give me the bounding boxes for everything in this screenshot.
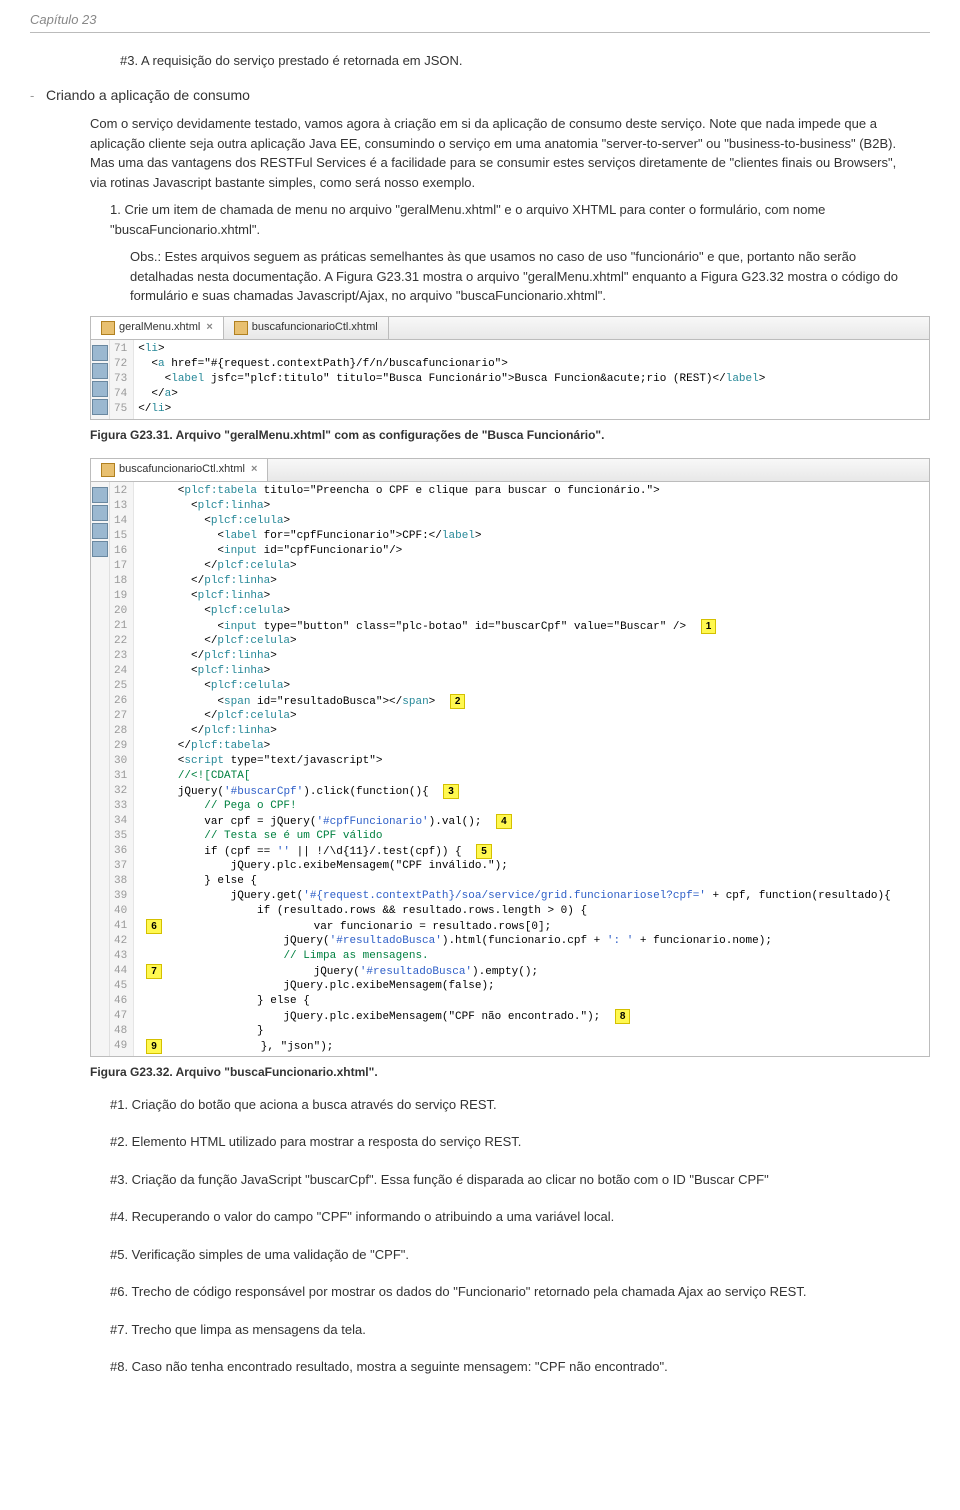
- editor-tabbar: buscafuncionarioCtl.xhtml ×: [91, 459, 929, 482]
- code-marker: 8: [615, 1009, 631, 1024]
- file-icon: [234, 321, 248, 335]
- code-marker: 1: [701, 619, 717, 634]
- explanation-item: #1. Criação do botão que aciona a busca …: [110, 1095, 900, 1115]
- file-icon: [101, 463, 115, 477]
- code-area[interactable]: <li> <a href="#{request.contextPath}/f/n…: [134, 340, 929, 419]
- figure-caption-31: Figura G23.31. Arquivo "geralMenu.xhtml"…: [90, 426, 930, 444]
- code-marker: 4: [496, 814, 512, 829]
- section-heading: Criando a aplicação de consumo: [46, 85, 250, 106]
- editor-left-gutter-icons: [91, 482, 110, 1056]
- code-area[interactable]: <plcf:tabela titulo="Preencha o CPF e cl…: [134, 482, 929, 1056]
- tab-label: buscafuncionarioCtl.xhtml: [119, 461, 245, 478]
- explanation-item: #8. Caso não tenha encontrado resultado,…: [110, 1357, 900, 1377]
- code-marker: 7: [146, 964, 162, 979]
- file-icon: [101, 321, 115, 335]
- intro-paragraph: Com o serviço devidamente testado, vamos…: [90, 114, 900, 192]
- step-3: #3. A requisição do serviço prestado é r…: [120, 51, 930, 71]
- code-marker: 3: [443, 784, 459, 799]
- dash-bullet: -: [30, 86, 40, 106]
- explanation-item: #4. Recuperando o valor do campo "CPF" i…: [110, 1207, 900, 1227]
- explanation-list: #1. Criação do botão que aciona a busca …: [110, 1095, 900, 1377]
- line-gutter: 7172737475: [110, 340, 134, 419]
- explanation-item: #5. Verificação simples de uma validação…: [110, 1245, 900, 1265]
- chapter-label: Capítulo 23: [30, 10, 930, 33]
- line-gutter: 1213141516171819202122232425262728293031…: [110, 482, 134, 1056]
- explanation-item: #2. Elemento HTML utilizado para mostrar…: [110, 1132, 900, 1152]
- code-marker: 6: [146, 919, 162, 934]
- tab-buscafuncionarioctl[interactable]: buscafuncionarioCtl.xhtml ×: [91, 458, 268, 481]
- code-marker: 9: [146, 1039, 162, 1054]
- editor-tabbar: geralMenu.xhtml × buscafuncionarioCtl.xh…: [91, 317, 929, 340]
- tab-label: geralMenu.xhtml: [119, 319, 200, 336]
- code-window-buscafuncionario: buscafuncionarioCtl.xhtml × 121314151617…: [90, 458, 930, 1057]
- code-window-geralmenu: geralMenu.xhtml × buscafuncionarioCtl.xh…: [90, 316, 930, 420]
- editor-left-gutter-icons: [91, 340, 110, 419]
- code-marker: 2: [450, 694, 466, 709]
- substep-1a: 1. Crie um item de chamada de menu no ar…: [110, 200, 900, 239]
- explanation-item: #3. Criação da função JavaScript "buscar…: [110, 1170, 900, 1190]
- close-icon[interactable]: ×: [251, 461, 257, 478]
- close-icon[interactable]: ×: [206, 319, 212, 336]
- explanation-item: #7. Trecho que limpa as mensagens da tel…: [110, 1320, 900, 1340]
- code-marker: 5: [476, 844, 492, 859]
- tab-buscafuncionarioctl[interactable]: buscafuncionarioCtl.xhtml: [224, 316, 389, 339]
- substep-1b: Obs.: Estes arquivos seguem as práticas …: [130, 247, 900, 306]
- figure-caption-32: Figura G23.32. Arquivo "buscaFuncionario…: [90, 1063, 930, 1081]
- tab-label: buscafuncionarioCtl.xhtml: [252, 319, 378, 336]
- explanation-item: #6. Trecho de código responsável por mos…: [110, 1282, 900, 1302]
- tab-geralmenu[interactable]: geralMenu.xhtml ×: [91, 316, 224, 339]
